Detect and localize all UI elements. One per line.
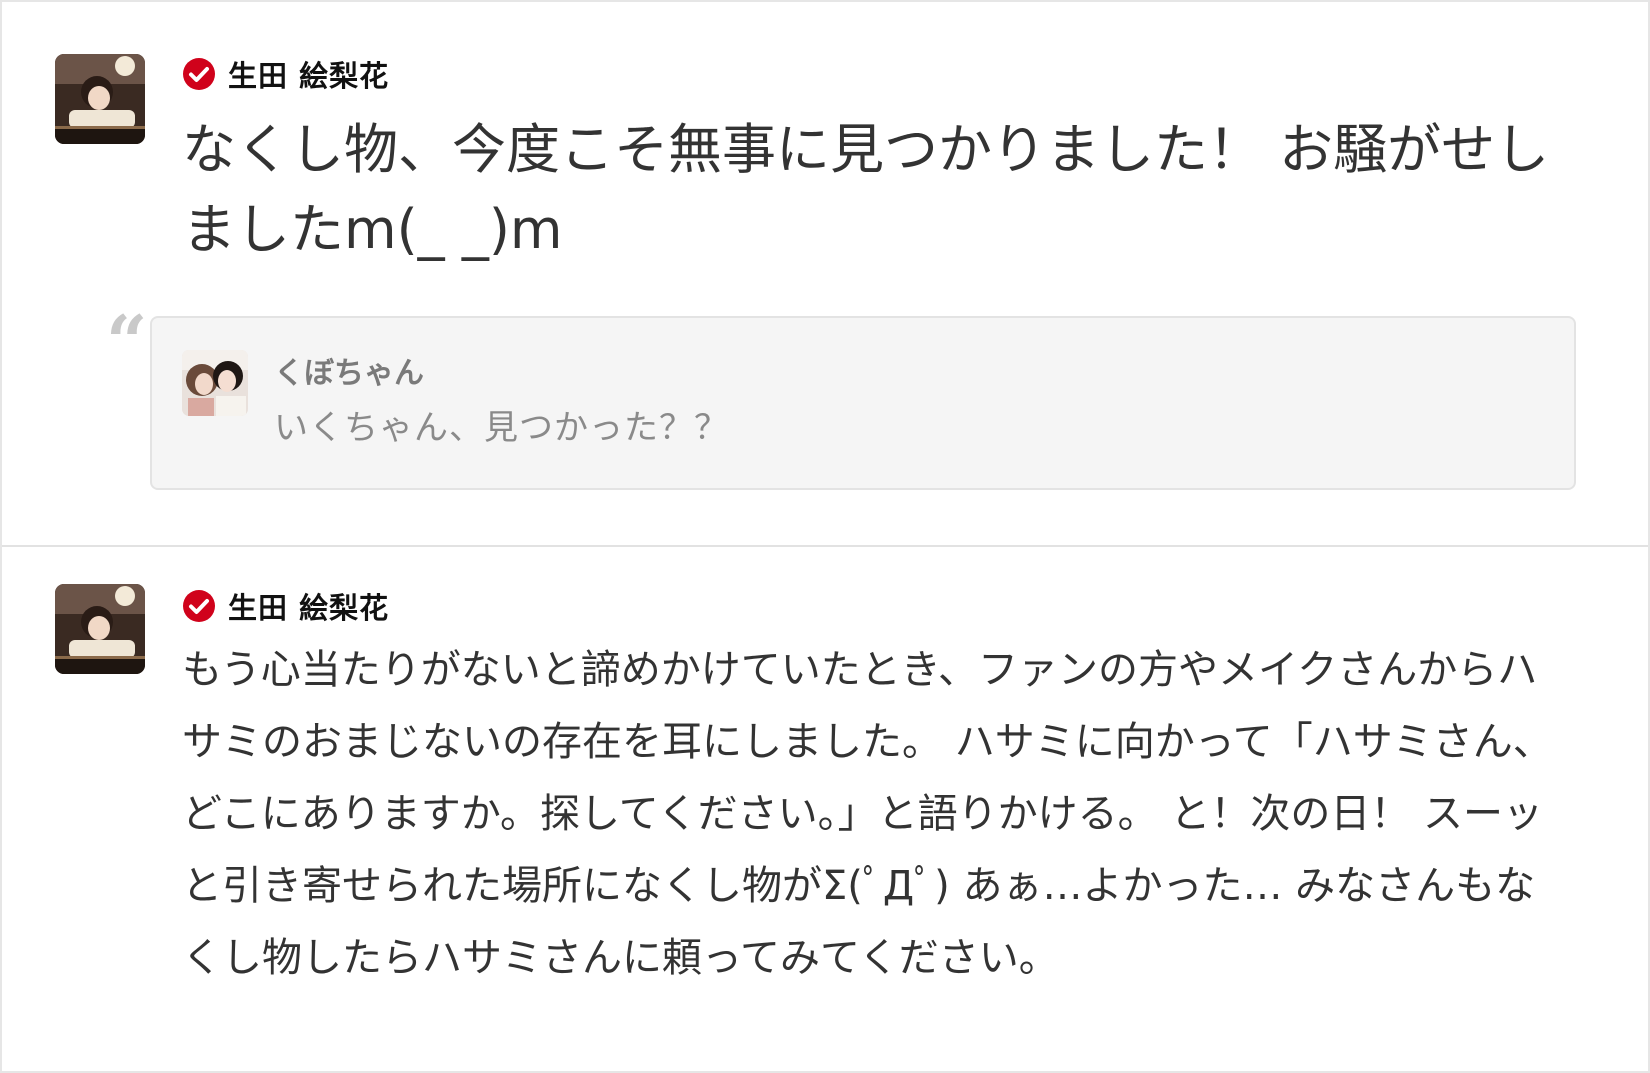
post-text-line: どこにありますか。探してください。」と語りかける。 と！次の日！ スーッ xyxy=(182,791,1544,837)
quoted-post[interactable]: くぼちゃん いくちゃん、見つかった？？ xyxy=(150,316,1576,490)
post-text-line: くし物したらハサミさんに頼ってみてください。 xyxy=(182,935,1059,981)
post-1: 生田 絵梨花 なくし物、今度こそ無事に見つかりました！ お騒がせし ましたm(_… xyxy=(2,2,1648,546)
post-text-line: サミのおまじないの存在を耳にしました。 ハサミに向かって「ハサミさん、 xyxy=(182,719,1553,765)
author-name[interactable]: 生田 絵梨花 xyxy=(228,585,389,627)
quoted-text: いくちゃん、見つかった？？ xyxy=(274,408,729,448)
quoted-author-name[interactable]: くぼちゃん xyxy=(274,348,424,392)
author-avatar[interactable] xyxy=(55,54,145,144)
post-divider xyxy=(2,545,1648,547)
verified-check-icon xyxy=(183,58,215,90)
author-avatar[interactable] xyxy=(55,584,145,674)
verified-check-icon xyxy=(183,590,215,622)
author-name[interactable]: 生田 絵梨花 xyxy=(228,53,389,95)
post-2: 生田 絵梨花 もう心当たりがないと諦めかけていたとき、ファンの方やメイクさんから… xyxy=(2,548,1648,1071)
post-text: なくし物、今度こそ無事に見つかりました！ お騒がせし ましたm(_ _)m xyxy=(182,110,1602,270)
post-text-line: ましたm(_ _)m xyxy=(182,198,563,261)
author-line: 生田 絵梨花 xyxy=(182,586,389,626)
post-text: もう心当たりがないと諦めかけていたとき、ファンの方やメイクさんからハ サミのおま… xyxy=(182,634,1592,994)
quoted-author-avatar[interactable] xyxy=(182,350,248,416)
timeline-frame: 生田 絵梨花 なくし物、今度こそ無事に見つかりました！ お騒がせし ましたm(_… xyxy=(0,0,1650,1073)
post-text-line: なくし物、今度こそ無事に見つかりました！ お騒がせし xyxy=(182,118,1550,181)
post-text-line: と引き寄せられた場所になくし物がΣ(ﾟДﾟ) あぁ…よかった… みなさんもな xyxy=(182,863,1536,909)
quote-icon: “ xyxy=(106,299,148,384)
post-text-line: もう心当たりがないと諦めかけていたとき、ファンの方やメイクさんからハ xyxy=(182,647,1538,693)
author-line: 生田 絵梨花 xyxy=(182,54,389,94)
